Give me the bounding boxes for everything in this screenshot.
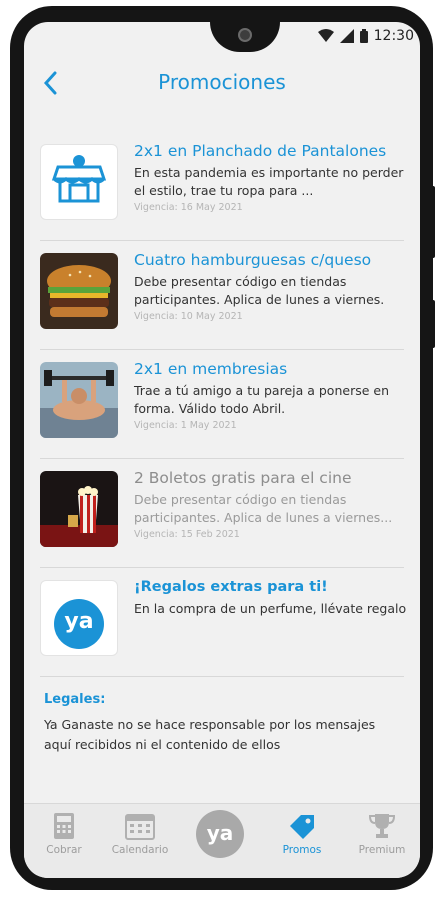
promo-list: 2x1 en Planchado de Pantalones En esta p…: [40, 132, 407, 677]
promo-title: Cuatro hamburguesas c/queso: [134, 251, 372, 269]
tag-icon: [290, 815, 314, 839]
side-button: [431, 300, 435, 348]
trophy-icon: [368, 814, 396, 838]
tab-cobrar[interactable]: Cobrar: [24, 812, 104, 856]
wifi-icon: [317, 29, 334, 42]
tab-label: Premium: [358, 844, 406, 856]
promo-description: En la compra de un perfume, llévate rega…: [134, 601, 407, 616]
tab-calendario[interactable]: Calendario: [100, 812, 180, 856]
promo-item[interactable]: 2x1 en membresias Trae a tú amigo a tu p…: [40, 350, 404, 459]
ya-home-button[interactable]: ya: [196, 810, 244, 858]
promo-item[interactable]: ya ¡Regalos extras para ti! En la compra…: [40, 568, 407, 677]
signal-icon: [339, 29, 354, 43]
promo-description: Trae a tú amigo a tu pareja a ponerse en…: [134, 383, 389, 416]
notch: [210, 22, 280, 52]
battery-icon: [359, 29, 368, 43]
bottom-tab-bar: Cobrar Calendario ya Promos Premium: [24, 803, 420, 878]
promo-title: 2x1 en Planchado de Pantalones: [134, 142, 387, 160]
promo-item[interactable]: 2x1 en Planchado de Pantalones En esta p…: [40, 132, 404, 241]
promo-description: Debe presentar código en tiendas partici…: [134, 274, 385, 307]
promo-thumb: [40, 253, 118, 329]
promo-description: En esta pandemia es importante no perder…: [134, 165, 404, 198]
promo-description: Debe presentar código en tiendas partici…: [134, 492, 393, 525]
promo-date: Vigencia: 1 May 2021: [134, 420, 237, 431]
promo-date: Vigencia: 16 May 2021: [134, 202, 243, 213]
side-button: [431, 186, 435, 258]
promo-thumb: [40, 144, 118, 220]
tab-premium[interactable]: Premium: [342, 812, 420, 856]
promo-date: Vigencia: 15 Feb 2021: [134, 529, 240, 540]
promo-thumb: [40, 471, 118, 547]
calendar-icon: [125, 814, 155, 840]
tab-label: Cobrar: [46, 844, 82, 856]
promo-title: 2 Boletos gratis para el cine: [134, 469, 352, 487]
camera: [238, 28, 252, 42]
legal-section: Legales: Ya Ganaste no se hace responsab…: [44, 692, 404, 755]
gym-image: [40, 362, 118, 438]
promo-item[interactable]: 2 Boletos gratis para el cine Debe prese…: [40, 459, 404, 568]
tab-label: Promos: [282, 844, 322, 856]
promo-thumb: ya: [40, 580, 118, 656]
page-title: Promociones: [158, 70, 286, 94]
cinema-image: [40, 471, 118, 547]
promo-item[interactable]: Cuatro hamburguesas c/queso Debe present…: [40, 241, 404, 350]
ya-logo: ya: [54, 599, 104, 649]
promo-title: 2x1 en membresias: [134, 360, 288, 378]
screen: 12:30 Promociones 2x1 en Planchado de Pa…: [24, 22, 420, 878]
clock: 12:30: [373, 28, 414, 44]
burger-image: [40, 253, 118, 329]
store-icon: [51, 155, 107, 203]
app-header: Promociones: [24, 62, 420, 106]
promo-thumb: [40, 362, 118, 438]
status-bar: 12:30: [317, 26, 414, 46]
promo-date: Vigencia: 10 May 2021: [134, 311, 243, 322]
tab-label: Calendario: [111, 844, 169, 856]
legal-title: Legales:: [44, 692, 106, 707]
tab-promos[interactable]: Promos: [262, 812, 342, 856]
promo-title: ¡Regalos extras para ti!: [134, 579, 328, 595]
calculator-icon: [54, 813, 74, 839]
legal-text: Ya Ganaste no se hace responsable por lo…: [44, 717, 376, 752]
